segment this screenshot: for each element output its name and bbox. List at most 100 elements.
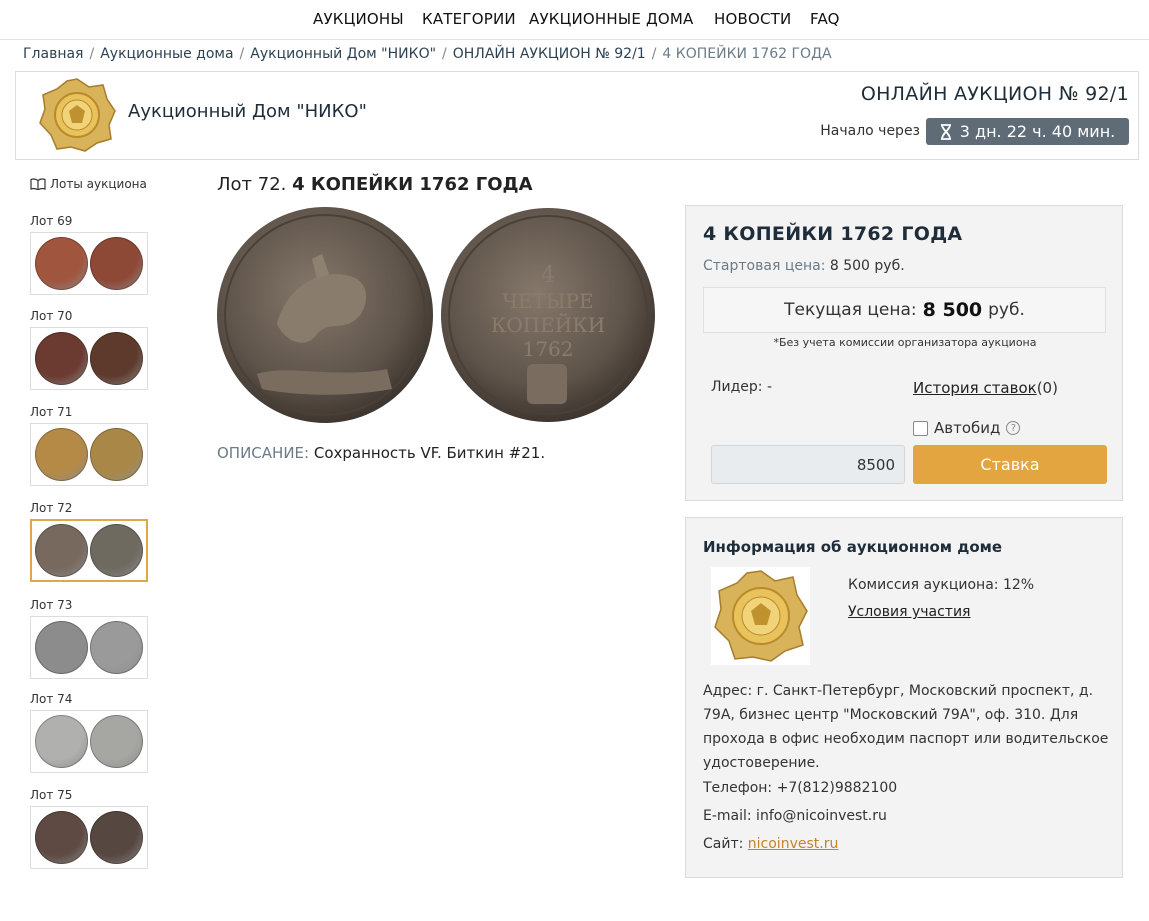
leader-text: Лидер: - bbox=[711, 379, 773, 395]
nav-faq[interactable]: FAQ bbox=[810, 10, 840, 28]
site-link[interactable]: nicoinvest.ru bbox=[748, 836, 839, 852]
current-price-label: Текущая цена: bbox=[784, 300, 917, 320]
countdown-badge: 3 дн. 22 ч. 40 мин. bbox=[926, 118, 1129, 145]
nav-auction-houses[interactable]: АУКЦИОННЫЕ ДОМА bbox=[529, 10, 694, 28]
breadcrumb-separator: / bbox=[239, 46, 245, 62]
lot-label: Лот 75 bbox=[30, 788, 73, 802]
bid-lot-title: 4 КОПЕЙКИ 1762 ГОДА bbox=[703, 223, 963, 245]
lot-number: Лот 72. bbox=[217, 174, 287, 195]
description-label: ОПИСАНИЕ: bbox=[217, 444, 310, 462]
lot-title: Лот 72. 4 КОПЕЙКИ 1762 ГОДА bbox=[217, 174, 533, 195]
breadcrumb-separator: / bbox=[651, 46, 657, 62]
lot-item-74[interactable]: Лот 74 bbox=[30, 692, 148, 773]
coin-image bbox=[90, 715, 143, 768]
bid-amount-input[interactable] bbox=[711, 445, 905, 484]
house-email: E-mail: info@nicoinvest.ru bbox=[703, 808, 887, 824]
house-site: Сайт: nicoinvest.ru bbox=[703, 836, 838, 852]
lot-item-71[interactable]: Лот 71 bbox=[30, 405, 148, 486]
auction-header: Аукционный Дом "НИКО" ОНЛАЙН АУКЦИОН № 9… bbox=[15, 71, 1139, 160]
countdown-text: 3 дн. 22 ч. 40 мин. bbox=[959, 122, 1116, 141]
nav-auctions[interactable]: АУКЦИОНЫ bbox=[313, 10, 404, 28]
house-commission: Комиссия аукциона: 12% bbox=[848, 577, 1035, 593]
start-price: Стартовая цена: 8 500 руб. bbox=[703, 258, 905, 274]
terms-link[interactable]: Условия участия bbox=[848, 604, 970, 620]
lot-item-72[interactable]: Лот 72 bbox=[30, 501, 148, 582]
info-title: Информация об аукционном доме bbox=[703, 538, 1003, 556]
bid-history-link[interactable]: История ставок bbox=[913, 379, 1037, 397]
lot-item-73[interactable]: Лот 73 bbox=[30, 598, 148, 679]
top-navigation: АУКЦИОНЫ КАТЕГОРИИ АУКЦИОННЫЕ ДОМА НОВОС… bbox=[0, 0, 1149, 40]
start-price-label: Стартовая цена: bbox=[703, 258, 826, 274]
lot-thumbnail[interactable] bbox=[30, 710, 148, 773]
autobid-row: Автобид ? bbox=[913, 419, 1021, 437]
current-price-box: Текущая цена: 8 500 руб. bbox=[703, 287, 1106, 333]
lot-label: Лот 71 bbox=[30, 405, 73, 419]
lot-name: 4 КОПЕЙКИ 1762 ГОДА bbox=[292, 174, 533, 195]
svg-text:1762: 1762 bbox=[523, 337, 574, 361]
lot-item-69[interactable]: Лот 69 bbox=[30, 214, 148, 295]
lot-thumbnail[interactable] bbox=[30, 616, 148, 679]
place-bid-button[interactable]: Ставка bbox=[913, 445, 1107, 484]
lot-description: ОПИСАНИЕ: Сохранность VF. Биткин #21. bbox=[217, 444, 545, 462]
bid-history-count: (0) bbox=[1036, 379, 1058, 397]
lot-thumbnail[interactable] bbox=[30, 423, 148, 486]
help-icon[interactable]: ? bbox=[1006, 421, 1021, 435]
lots-header-label: Лоты аукциона bbox=[50, 177, 147, 191]
house-address: Адрес: г. Санкт-Петербург, Московский пр… bbox=[703, 683, 1109, 771]
coin-image bbox=[90, 524, 143, 577]
breadcrumb-separator: / bbox=[442, 46, 447, 62]
svg-text:КОПЕЙКИ: КОПЕЙКИ bbox=[491, 312, 605, 337]
hourglass-icon bbox=[940, 123, 951, 140]
coin-image bbox=[90, 332, 143, 385]
current-price-currency: руб. bbox=[988, 300, 1025, 320]
site-label: Сайт: bbox=[703, 836, 744, 852]
lot-label: Лот 74 bbox=[30, 692, 73, 706]
lot-label: Лот 70 bbox=[30, 309, 73, 323]
breadcrumb-auction-houses[interactable]: Аукционные дома bbox=[100, 46, 233, 62]
description-text: Сохранность VF. Биткин #21. bbox=[313, 444, 546, 462]
coin-image bbox=[35, 237, 88, 290]
lot-thumbnail[interactable] bbox=[30, 806, 148, 869]
coin-image bbox=[35, 428, 88, 481]
breadcrumb-current-lot: 4 КОПЕЙКИ 1762 ГОДА bbox=[662, 46, 832, 62]
coin-image bbox=[35, 811, 88, 864]
bid-panel: 4 КОПЕЙКИ 1762 ГОДА Стартовая цена: 8 50… bbox=[685, 205, 1123, 501]
autobid-label: Автобид bbox=[934, 419, 1001, 437]
start-label: Начало через bbox=[820, 123, 920, 139]
nav-categories[interactable]: КАТЕГОРИИ bbox=[422, 10, 516, 28]
book-icon bbox=[30, 178, 46, 190]
coin-image bbox=[35, 715, 88, 768]
lot-label: Лот 69 bbox=[30, 214, 73, 228]
coin-image bbox=[90, 811, 143, 864]
lot-item-70[interactable]: Лот 70 bbox=[30, 309, 148, 390]
breadcrumb-auction[interactable]: ОНЛАЙН АУКЦИОН № 92/1 bbox=[453, 46, 646, 62]
bid-history: История ставок(0) bbox=[913, 379, 1058, 397]
breadcrumb-home[interactable]: Главная bbox=[23, 46, 83, 62]
autobid-checkbox[interactable] bbox=[913, 420, 928, 436]
svg-text:ЧЕТЫРЕ: ЧЕТЫРЕ bbox=[502, 289, 593, 313]
lot-label: Лот 73 bbox=[30, 598, 73, 612]
coin-image bbox=[35, 524, 88, 577]
house-logo[interactable] bbox=[37, 77, 117, 153]
lot-item-75[interactable]: Лот 75 bbox=[30, 788, 148, 869]
nav-news[interactable]: НОВОСТИ bbox=[714, 10, 791, 28]
house-info-panel: Информация об аукционном доме Комиссия а… bbox=[685, 517, 1123, 878]
lot-thumbnail-active[interactable] bbox=[30, 519, 148, 582]
house-phone: Телефон: +7(812)9882100 bbox=[703, 780, 898, 796]
coin-image bbox=[90, 237, 143, 290]
lot-thumbnail[interactable] bbox=[30, 327, 148, 390]
start-price-value: 8 500 руб. bbox=[829, 258, 905, 274]
coin-image bbox=[90, 428, 143, 481]
coin-image bbox=[35, 621, 88, 674]
lots-header[interactable]: Лоты аукциона bbox=[30, 177, 147, 191]
house-logo bbox=[711, 567, 810, 665]
house-name[interactable]: Аукционный Дом "НИКО" bbox=[128, 101, 367, 122]
commission-note: *Без учета комиссии организатора аукцион… bbox=[773, 336, 1037, 349]
breadcrumb-separator: / bbox=[89, 46, 95, 62]
coin-image bbox=[35, 332, 88, 385]
lot-thumbnail[interactable] bbox=[30, 232, 148, 295]
lot-coin-image[interactable]: 4 ЧЕТЫРЕ КОПЕЙКИ 1762 bbox=[217, 204, 656, 427]
current-price-value: 8 500 bbox=[922, 299, 983, 321]
coin-image bbox=[90, 621, 143, 674]
breadcrumb-house[interactable]: Аукционный Дом "НИКО" bbox=[250, 46, 436, 62]
